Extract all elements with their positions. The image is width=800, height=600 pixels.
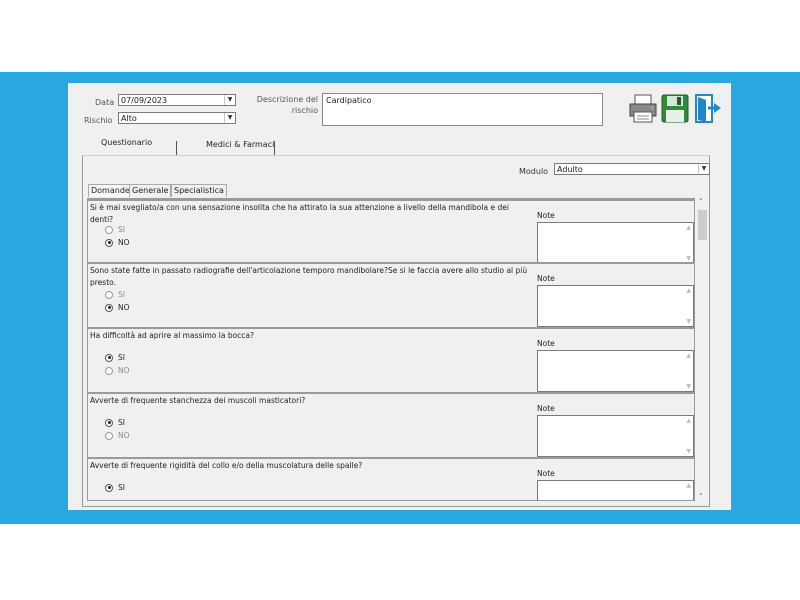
radio-selected-icon bbox=[105, 238, 113, 247]
radio-option-no[interactable]: NO bbox=[105, 303, 130, 312]
radio-option-si[interactable]: SI bbox=[105, 225, 125, 234]
chevron-up-icon[interactable]: ˄ bbox=[699, 198, 703, 206]
note-label: Note bbox=[537, 469, 555, 478]
question-text: Si è mai svegliato/a con una sensazione … bbox=[90, 203, 509, 224]
note-field[interactable]: ▲▼ bbox=[537, 222, 694, 264]
radio-option-no[interactable]: NO bbox=[105, 366, 130, 375]
questions-list: Si è mai svegliato/a con una sensazione … bbox=[87, 198, 695, 501]
printer-icon bbox=[629, 94, 657, 123]
modulo-label: Modulo bbox=[519, 167, 549, 176]
note-field[interactable]: ▲▼ bbox=[537, 285, 694, 327]
tab-domande[interactable]: Domande bbox=[88, 184, 133, 197]
question-item: Avverte di frequente stanchezza dei musc… bbox=[88, 392, 694, 457]
vertical-scrollbar[interactable]: ˄ ˅ bbox=[697, 198, 708, 501]
question-item: Si è mai svegliato/a con una sensazione … bbox=[88, 199, 694, 264]
scroll-down-icon: ▼ bbox=[686, 383, 691, 390]
scroll-down-icon: ▼ bbox=[686, 255, 691, 262]
radio-icon bbox=[105, 366, 113, 375]
question-text: Sono state fatte in passato radiografie … bbox=[90, 266, 528, 287]
radio-option-si[interactable]: SI bbox=[105, 290, 125, 299]
scrollbar-thumb[interactable] bbox=[698, 210, 707, 240]
tab-divider bbox=[176, 141, 177, 155]
question-item: Sono state fatte in passato radiografie … bbox=[88, 262, 694, 327]
note-field[interactable]: ▲▼ bbox=[537, 480, 694, 500]
descrizione-rischio-field[interactable]: Cardipatico bbox=[322, 93, 603, 126]
question-text: Avverte di frequente stanchezza dei musc… bbox=[90, 396, 306, 405]
chevron-down-icon[interactable]: ˅ bbox=[699, 493, 703, 501]
tab-divider bbox=[274, 141, 275, 155]
question-text: Avverte di frequente rigidità del collo … bbox=[90, 461, 363, 470]
tab-generale[interactable]: Generale bbox=[129, 184, 172, 197]
descrizione-label-line2: rischio bbox=[291, 106, 318, 115]
data-label: Data bbox=[95, 98, 115, 107]
rischio-select[interactable]: Alto ▼ bbox=[118, 112, 236, 124]
note-label: Note bbox=[537, 339, 555, 348]
option-label: SI bbox=[118, 225, 125, 234]
chevron-down-icon[interactable]: ▼ bbox=[224, 95, 235, 105]
exit-button[interactable] bbox=[693, 92, 723, 124]
scroll-up-icon: ▲ bbox=[686, 287, 691, 294]
modulo-value: Adulto bbox=[557, 165, 583, 174]
radio-selected-icon bbox=[105, 353, 113, 362]
radio-icon bbox=[105, 431, 113, 440]
note-label: Note bbox=[537, 274, 555, 283]
radio-selected-icon bbox=[105, 483, 113, 492]
modulo-select[interactable]: Adulto ▼ bbox=[554, 163, 710, 175]
radio-option-si[interactable]: SI bbox=[105, 483, 125, 492]
form-window: Data 07/09/2023 ▼ Rischio Alto ▼ Descriz… bbox=[68, 83, 731, 510]
radio-selected-icon bbox=[105, 418, 113, 427]
scroll-up-icon: ▲ bbox=[686, 224, 691, 231]
radio-option-si[interactable]: SI bbox=[105, 418, 125, 427]
radio-icon bbox=[105, 225, 113, 234]
scroll-up-icon: ▲ bbox=[686, 482, 691, 489]
scroll-down-icon: ▼ bbox=[686, 448, 691, 455]
option-label: NO bbox=[118, 238, 130, 247]
option-label: NO bbox=[118, 366, 130, 375]
option-label: SI bbox=[118, 418, 125, 427]
note-field[interactable]: ▲▼ bbox=[537, 350, 694, 392]
radio-icon bbox=[105, 290, 113, 299]
radio-option-si[interactable]: SI bbox=[105, 353, 125, 362]
question-item: Avverte di frequente rigidità del collo … bbox=[88, 457, 694, 500]
print-button[interactable] bbox=[628, 92, 658, 124]
scroll-up-icon: ▲ bbox=[686, 417, 691, 424]
chevron-down-icon[interactable]: ▼ bbox=[698, 164, 709, 174]
rischio-label: Rischio bbox=[84, 116, 113, 125]
option-label: SI bbox=[118, 483, 125, 492]
note-label: Note bbox=[537, 404, 555, 413]
exit-door-icon bbox=[695, 94, 721, 123]
radio-selected-icon bbox=[105, 303, 113, 312]
option-label: SI bbox=[118, 353, 125, 362]
tab-specialistica[interactable]: Specialistica bbox=[171, 184, 227, 197]
note-label: Note bbox=[537, 211, 555, 220]
note-field[interactable]: ▲▼ bbox=[537, 415, 694, 457]
data-date-picker[interactable]: 07/09/2023 ▼ bbox=[118, 94, 236, 106]
data-value: 07/09/2023 bbox=[121, 96, 168, 105]
radio-option-no[interactable]: NO bbox=[105, 431, 130, 440]
question-text: Ha difficoltà ad aprire al massimo la bo… bbox=[90, 331, 254, 340]
chevron-down-icon[interactable]: ▼ bbox=[224, 113, 235, 123]
scroll-up-icon: ▲ bbox=[686, 352, 691, 359]
floppy-disk-icon bbox=[661, 94, 689, 123]
radio-option-no[interactable]: NO bbox=[105, 238, 130, 247]
option-label: SI bbox=[118, 290, 125, 299]
option-label: NO bbox=[118, 303, 130, 312]
scroll-down-icon: ▼ bbox=[686, 318, 691, 325]
rischio-value: Alto bbox=[121, 114, 137, 123]
question-item: Ha difficoltà ad aprire al massimo la bo… bbox=[88, 327, 694, 392]
option-label: NO bbox=[118, 431, 130, 440]
tab-questionario[interactable]: Questionario bbox=[101, 138, 152, 156]
descrizione-label-line1: Descrizione del bbox=[256, 95, 318, 104]
save-button[interactable] bbox=[660, 92, 690, 124]
